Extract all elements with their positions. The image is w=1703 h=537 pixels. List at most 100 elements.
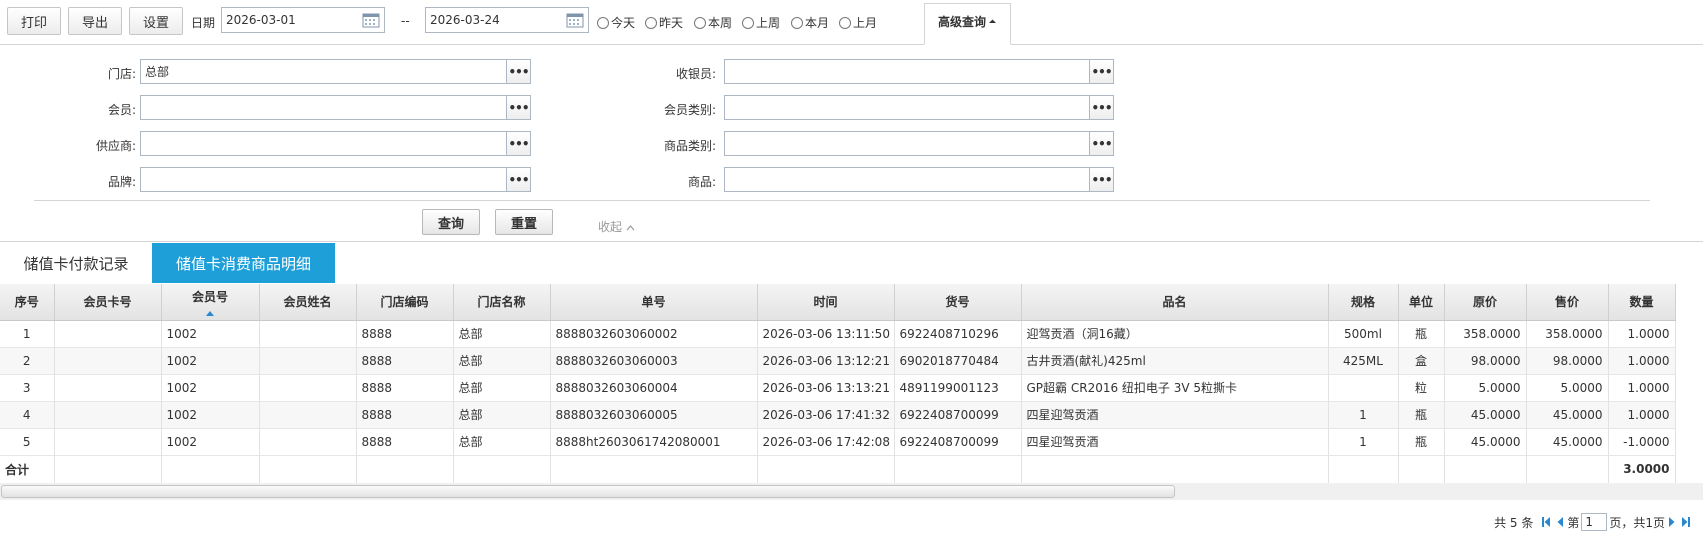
settings-button[interactable]: 设置	[129, 7, 183, 35]
member-type-input[interactable]	[724, 95, 1090, 120]
cell-card-no	[54, 401, 162, 429]
range-today-radio[interactable]: 今天	[597, 14, 635, 31]
table-row[interactable]: 3 1002 8888 总部 8888032603060004 2026-03-06 13…	[0, 374, 1676, 402]
query-button[interactable]: 查询	[422, 209, 480, 235]
col-header-member-name[interactable]: 会员姓名	[259, 284, 357, 321]
tab-card-consumption-details[interactable]: 储值卡消费商品明细	[152, 243, 335, 283]
range-yesterday-radio[interactable]: 昨天	[645, 14, 683, 31]
page-number-input[interactable]: 1	[1581, 513, 1608, 531]
first-page-icon[interactable]	[1541, 516, 1551, 528]
cashier-input[interactable]	[724, 59, 1090, 84]
table-row[interactable]: 5 1002 8888 总部 8888ht2603061742080001 2026-03…	[0, 428, 1676, 456]
collapse-link[interactable]: 收起	[598, 218, 635, 235]
cell-sale-price: 98.0000	[1526, 347, 1609, 375]
col-header-store-code[interactable]: 门店编码	[356, 284, 454, 321]
cell-order-no: 8888032603060003	[550, 347, 758, 375]
export-button[interactable]: 导出	[68, 7, 122, 35]
advanced-search-toggle[interactable]: 高级查询	[924, 3, 1011, 45]
cell-quantity: 1.0000	[1608, 347, 1676, 375]
cell-quantity: 1.0000	[1608, 374, 1676, 402]
col-header-quantity[interactable]: 数量	[1608, 284, 1676, 321]
tab-card-payment-records[interactable]: 储值卡付款记录	[0, 243, 152, 283]
radio-icon	[645, 16, 657, 29]
range-this-week-radio[interactable]: 本周	[694, 14, 732, 31]
total-row: 合计 3.0000	[0, 455, 1676, 484]
member-type-picker-button[interactable]: •••	[1090, 95, 1114, 120]
member-input[interactable]	[140, 95, 507, 120]
table-row[interactable]: 4 1002 8888 总部 8888032603060005 2026-03-06 17…	[0, 401, 1676, 429]
cell-quantity: -1.0000	[1608, 428, 1676, 456]
scrollbar-thumb[interactable]	[1, 485, 1175, 498]
cell-product-name: 四星迎驾贡酒	[1021, 428, 1329, 456]
details-grid: 序号 会员卡号 会员号 会员姓名 门店编码 门店名称 单号 时间 货号 品名 规…	[0, 284, 1703, 484]
col-header-sale-price[interactable]: 售价	[1526, 284, 1609, 321]
cell-sku: 4891199001123	[894, 374, 1022, 402]
member-picker-button[interactable]: •••	[507, 95, 531, 120]
col-header-card-no[interactable]: 会员卡号	[54, 284, 162, 321]
radio-icon	[742, 16, 754, 29]
cell-member-name	[259, 374, 357, 402]
cell-member-no: 1002	[161, 401, 260, 429]
reset-button[interactable]: 重置	[495, 209, 553, 235]
chevron-up-icon	[626, 225, 635, 231]
cell-member-no: 1002	[161, 347, 260, 375]
table-row[interactable]: 2 1002 8888 总部 8888032603060003 2026-03-06 13…	[0, 347, 1676, 375]
cell-sale-price: 45.0000	[1526, 401, 1609, 429]
goods-picker-button[interactable]: •••	[1090, 167, 1114, 192]
col-header-product-name[interactable]: 品名	[1021, 284, 1329, 321]
range-last-week-radio[interactable]: 上周	[742, 14, 780, 31]
member-type-label: 会员类别:	[663, 103, 716, 117]
store-picker-button[interactable]: •••	[507, 59, 531, 84]
range-last-month-radio[interactable]: 上月	[839, 14, 877, 31]
supplier-picker-button[interactable]: •••	[507, 131, 531, 156]
cell-sale-price: 358.0000	[1526, 320, 1609, 348]
cell-time: 2026-03-06 13:12:21	[757, 347, 895, 375]
range-this-month-radio[interactable]: 本月	[791, 14, 829, 31]
brand-picker-button[interactable]: •••	[507, 167, 531, 192]
col-header-original-price[interactable]: 原价	[1444, 284, 1527, 321]
toolbar: 打印 导出 设置 日期 2026-03-01 -- 2026-03-24 今天 …	[0, 0, 1703, 45]
cell-member-name	[259, 320, 357, 348]
supplier-input[interactable]	[140, 131, 507, 156]
store-label: 门店:	[107, 67, 136, 81]
caret-up-icon	[989, 19, 996, 23]
date-to-input[interactable]: 2026-03-24	[425, 7, 589, 33]
cell-card-no	[54, 374, 162, 402]
col-header-spec[interactable]: 规格	[1328, 284, 1399, 321]
table-row[interactable]: 1 1002 8888 总部 8888032603060002 2026-03-06 13…	[0, 320, 1676, 348]
cell-unit: 瓶	[1398, 401, 1445, 429]
date-label: 日期	[191, 16, 216, 30]
cell-member-name	[259, 401, 357, 429]
next-page-icon[interactable]	[1667, 516, 1677, 528]
col-header-index[interactable]: 序号	[0, 284, 55, 321]
prev-page-icon[interactable]	[1555, 516, 1565, 528]
col-header-unit[interactable]: 单位	[1398, 284, 1445, 321]
supplier-label: 供应商:	[95, 139, 136, 153]
last-page-icon[interactable]	[1681, 516, 1691, 528]
print-button[interactable]: 打印	[7, 7, 61, 35]
goods-type-input[interactable]	[724, 131, 1090, 156]
col-header-store-name[interactable]: 门店名称	[453, 284, 551, 321]
brand-input[interactable]	[140, 167, 507, 192]
cell-unit: 盒	[1398, 347, 1445, 375]
col-header-time[interactable]: 时间	[757, 284, 895, 321]
cell-quantity: 1.0000	[1608, 320, 1676, 348]
cell-spec	[1328, 374, 1399, 402]
col-header-order-no[interactable]: 单号	[550, 284, 758, 321]
cell-order-no: 8888032603060004	[550, 374, 758, 402]
goods-type-picker-button[interactable]: •••	[1090, 131, 1114, 156]
goods-input[interactable]	[724, 167, 1090, 192]
horizontal-scrollbar[interactable]	[0, 483, 1703, 500]
date-from-input[interactable]: 2026-03-01	[221, 7, 385, 33]
cell-product-name: 四星迎驾贡酒	[1021, 401, 1329, 429]
col-header-member-no[interactable]: 会员号	[161, 284, 260, 321]
cell-unit: 粒	[1398, 374, 1445, 402]
col-header-sku[interactable]: 货号	[894, 284, 1022, 321]
cell-store-code: 8888	[356, 320, 454, 348]
store-input[interactable]: 总部	[140, 59, 507, 84]
calendar-icon[interactable]	[566, 12, 584, 28]
cell-store-name: 总部	[453, 347, 551, 375]
cashier-picker-button[interactable]: •••	[1090, 59, 1114, 84]
calendar-icon[interactable]	[362, 12, 380, 28]
total-quantity: 3.0000	[1608, 455, 1676, 484]
